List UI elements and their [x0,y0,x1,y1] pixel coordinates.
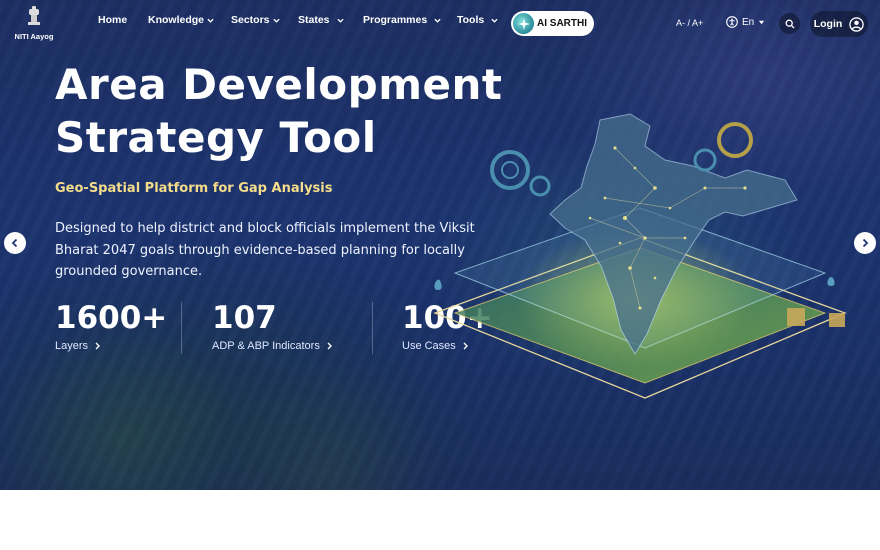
hero-subtitle: Geo-Spatial Platform for Gap Analysis [55,181,333,196]
carousel-prev-button[interactable] [4,232,26,254]
chevron-down-icon [434,18,441,23]
stat-value: 1600+ [55,300,168,336]
nav-states[interactable]: States [298,14,344,26]
caret-down-icon [759,20,765,24]
language-selector[interactable]: En [726,16,765,28]
chevron-right-icon [862,238,869,248]
stat-link-indicators[interactable]: ADP & ABP Indicators [212,340,333,352]
nav-knowledge-label: Knowledge [148,14,205,26]
stat-value: 107 [212,300,277,336]
india-map-illustration [433,113,847,399]
nav-sectors-label: Sectors [231,14,270,26]
user-icon [849,16,864,32]
carousel-next-button[interactable] [854,232,876,254]
nav-programmes-label: Programmes [363,14,428,26]
chevron-down-icon [207,18,214,23]
stat-label: ADP & ABP Indicators [212,340,320,352]
login-button[interactable]: Login [810,11,868,37]
chevron-right-icon [95,342,101,350]
niti-aayog-logo[interactable]: NITI Aayog [14,6,54,41]
chevron-down-icon [491,18,498,23]
ai-sarthi-label: AI SARTHI [537,18,587,29]
nav-home-label: Home [98,14,128,26]
font-size-control[interactable]: A- / A+ [676,18,703,28]
stat-divider [372,302,373,354]
hero-description: Designed to help district and block offi… [55,221,475,279]
ai-sarthi-button[interactable]: AI SARTHI [511,11,594,36]
nav-home[interactable]: Home [98,14,127,26]
chevron-down-icon [336,18,344,23]
nav-states-label: States [298,14,330,26]
language-label: En [742,16,755,28]
chevron-left-icon [11,238,18,248]
stat-divider [181,302,182,354]
search-button[interactable] [779,13,800,34]
search-icon [785,19,794,28]
nav-sectors[interactable]: Sectors [231,14,280,26]
nav-knowledge[interactable]: Knowledge [148,14,214,26]
emblem-icon [28,6,40,25]
nav-tools[interactable]: Tools [457,14,498,26]
stat-label: Layers [55,340,89,352]
stat-link-layers[interactable]: Layers [55,340,167,352]
hero-banner: NITI Aayog Home Knowledge Sectors States… [0,0,880,490]
logo-text: NITI Aayog [14,32,54,41]
nav-programmes[interactable]: Programmes [363,14,441,26]
chevron-right-icon [327,342,332,350]
nav-tools-label: Tools [457,14,485,26]
top-navigation: NITI Aayog Home Knowledge Sectors States… [0,0,880,48]
sparkle-icon [513,13,534,34]
accessibility-icon [726,16,738,28]
stat-layers: 1600+ Layers [55,300,167,352]
login-label: Login [813,18,843,30]
chevron-down-icon [272,18,280,23]
stat-indicators: 107 ADP & ABP Indicators [212,300,333,352]
